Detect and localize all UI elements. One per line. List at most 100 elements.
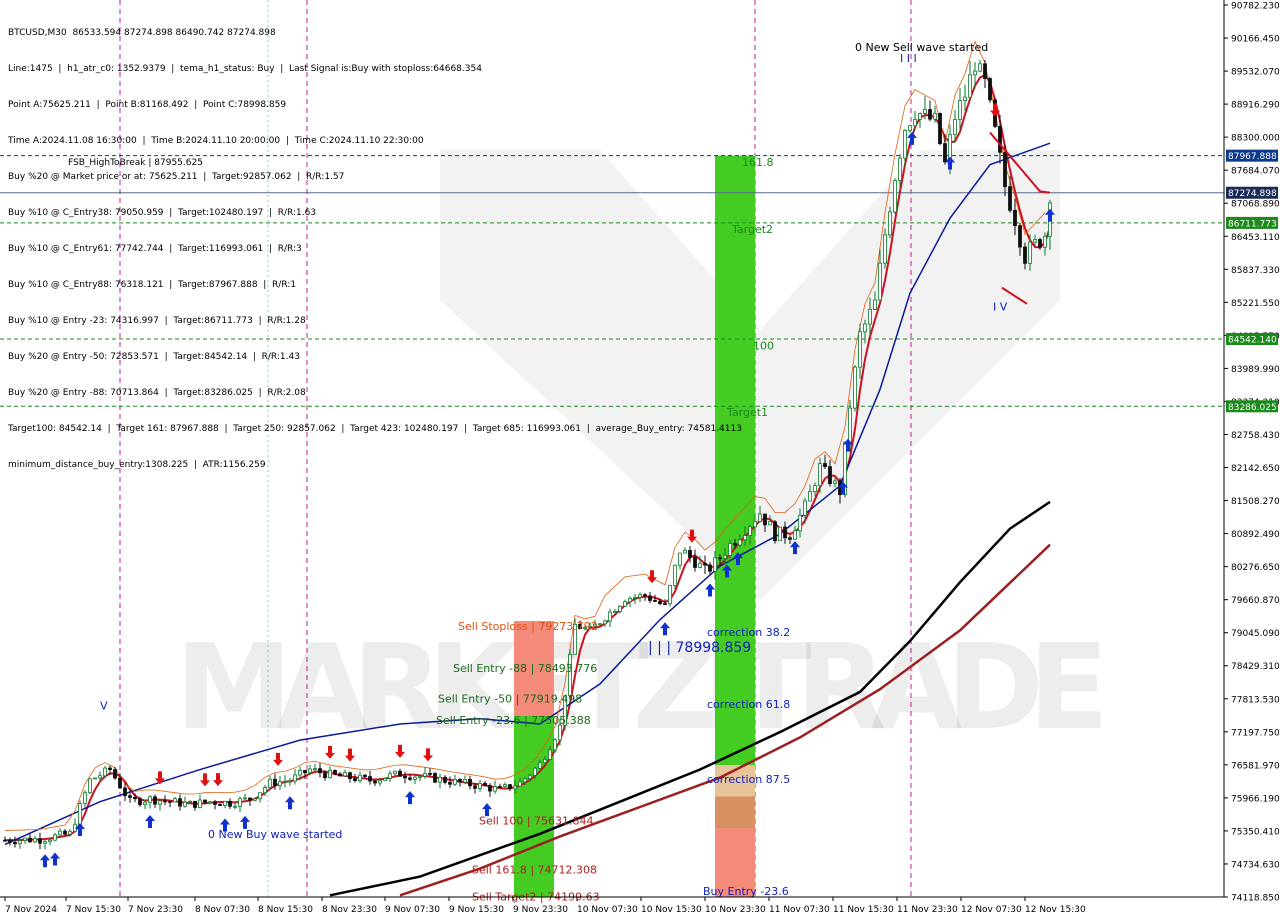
candle [853,365,857,412]
candle-body [453,778,457,785]
price-tag-label: 86711.773 [1228,219,1277,229]
candle-body [618,605,622,612]
candle-body [308,768,312,774]
annotation-label: correction 38.2 [707,626,790,639]
candle-body [443,776,447,783]
candle-body [118,777,122,789]
candle-body [8,839,12,843]
candle-body [1023,246,1027,264]
candle-body [448,781,452,785]
price-tag-label: 83286.025 [1228,403,1277,413]
annotation-label: Buy Entry -23.6 [703,885,789,898]
candle-body [263,787,267,794]
candle-body [343,772,347,777]
candle-body [58,830,62,836]
info-line: Buy %20 @ Entry -88: 70713.864 | Target:… [8,388,306,398]
candle-body [98,775,102,779]
annotation-label: Sell 100 | 75631.844 [479,814,594,827]
candle-body [413,776,417,780]
candle-body [508,784,512,790]
candle-body [178,798,182,807]
y-tick-label: 82142.650 [1231,464,1280,474]
candle-body [728,543,732,556]
x-tick-label: 11 Nov 07:30 [769,905,830,915]
current-price-label: 87274.898 [1228,189,1277,199]
candle-body [638,594,642,598]
candle-body [303,770,307,774]
x-tick-label: 9 Nov 07:30 [385,905,440,915]
candle-body [538,762,542,769]
annotation-label: V [100,699,108,712]
candle-body [503,784,507,787]
info-line: Point A:75625.211 | Point B:81168.492 | … [8,100,287,110]
candle [433,772,437,784]
annotation-label: | | | 78998.859 [648,640,751,656]
candle-body [653,600,657,602]
candle-body [498,786,502,788]
candle-body [13,841,17,845]
candle-body [813,485,817,492]
candle-body [973,70,977,76]
candle-body [998,126,1002,153]
candle-body [88,778,92,794]
candle-body [703,562,707,566]
candle-body [78,803,82,825]
candle-body [768,521,772,526]
candle-body [643,594,647,597]
candle-body [273,778,277,787]
candle-body [628,597,632,603]
candle-body [133,796,137,800]
candle-body [418,775,422,778]
info-line: Buy %10 @ Entry -23: 74316.997 | Target:… [8,316,306,326]
candle-body [738,539,742,546]
candle-body [103,767,107,777]
candle-body [383,778,387,781]
candle-body [828,466,832,485]
candle-body [358,774,362,782]
candle-body [758,513,762,522]
candle-body [818,463,822,487]
y-tick-label: 87068.890 [1231,200,1280,210]
candle-body [688,550,692,558]
candle-body [648,595,652,601]
candle-body [208,801,212,804]
candle-body [353,778,357,782]
x-tick-label: 11 Nov 23:30 [897,905,958,915]
candle-body [193,800,197,808]
annotation-label: 0 New Sell wave started [855,41,988,54]
candle-body [1038,239,1042,248]
candle-body [978,63,982,72]
y-tick-label: 78429.310 [1231,662,1280,672]
candle-body [963,96,967,102]
candle-body [188,800,192,803]
candle-body [18,840,22,845]
info-line: Target100: 84542.14 | Target 161: 87967.… [8,424,742,434]
candle-body [3,839,7,842]
y-tick-label: 86453.110 [1231,233,1280,243]
candle-body [53,834,57,841]
candle-body [793,530,797,540]
candle-body [1028,241,1032,264]
candle-body [763,513,767,526]
candle-body [548,749,552,760]
annotation-label: I V [993,300,1008,313]
y-tick-label: 75966.190 [1231,794,1280,804]
candle [673,564,677,590]
buy-zone-band [715,796,755,829]
candle-body [568,654,572,697]
candle-body [138,798,142,806]
candle-body [223,800,227,806]
info-panel: BTCUSD,M30 86533.594 87274.898 86490.742… [8,3,742,483]
candle [883,228,887,269]
candle-body [23,837,27,841]
candle-body [803,500,807,516]
candle-body [203,799,207,803]
candle-body [788,537,792,540]
x-tick-label: 10 Nov 15:30 [641,905,702,915]
candle-body [393,770,397,775]
candle-body [1033,239,1037,243]
candle-body [113,769,117,779]
candle-body [293,774,297,782]
candle-body [368,776,372,782]
y-tick-label: 79660.870 [1231,596,1280,606]
